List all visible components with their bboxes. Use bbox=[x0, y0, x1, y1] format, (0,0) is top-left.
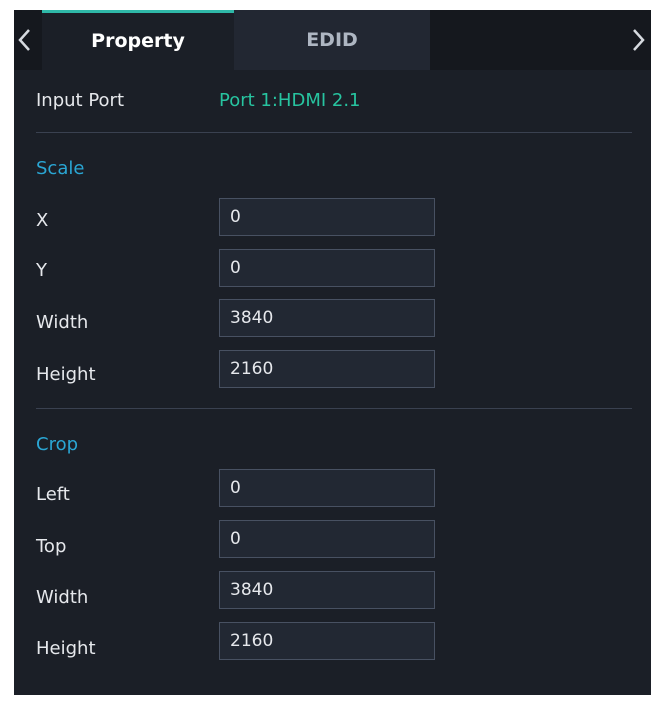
crop-left-input[interactable] bbox=[219, 469, 435, 507]
crop-width-input[interactable] bbox=[219, 571, 435, 609]
crop-top-label: Top bbox=[36, 536, 67, 557]
scale-section-title: Scale bbox=[36, 158, 85, 179]
scale-height-label: Height bbox=[36, 364, 96, 385]
tab-property[interactable]: Property bbox=[42, 10, 234, 70]
crop-height-label: Height bbox=[36, 638, 96, 659]
scale-y-label: Y bbox=[36, 260, 47, 281]
tab-edid[interactable]: EDID bbox=[234, 10, 430, 70]
scale-x-input[interactable] bbox=[219, 198, 435, 236]
divider bbox=[36, 132, 632, 133]
crop-height-input[interactable] bbox=[219, 622, 435, 660]
chevron-right-icon[interactable] bbox=[625, 22, 649, 58]
crop-width-label: Width bbox=[36, 587, 89, 608]
property-panel: Property EDID Input Port Port 1:HDMI 2.1… bbox=[14, 10, 651, 695]
chevron-left-icon[interactable] bbox=[14, 22, 38, 58]
tab-bar: Property EDID bbox=[14, 10, 651, 70]
scale-y-input[interactable] bbox=[219, 249, 435, 287]
crop-top-input[interactable] bbox=[219, 520, 435, 558]
scale-width-label: Width bbox=[36, 312, 89, 333]
scale-height-input[interactable] bbox=[219, 350, 435, 388]
scale-x-label: X bbox=[36, 210, 49, 231]
input-port-label: Input Port bbox=[36, 90, 125, 111]
crop-left-label: Left bbox=[36, 484, 70, 505]
input-port-value: Port 1:HDMI 2.1 bbox=[219, 90, 361, 111]
crop-section-title: Crop bbox=[36, 434, 79, 455]
scale-width-input[interactable] bbox=[219, 299, 435, 337]
divider bbox=[36, 408, 632, 409]
